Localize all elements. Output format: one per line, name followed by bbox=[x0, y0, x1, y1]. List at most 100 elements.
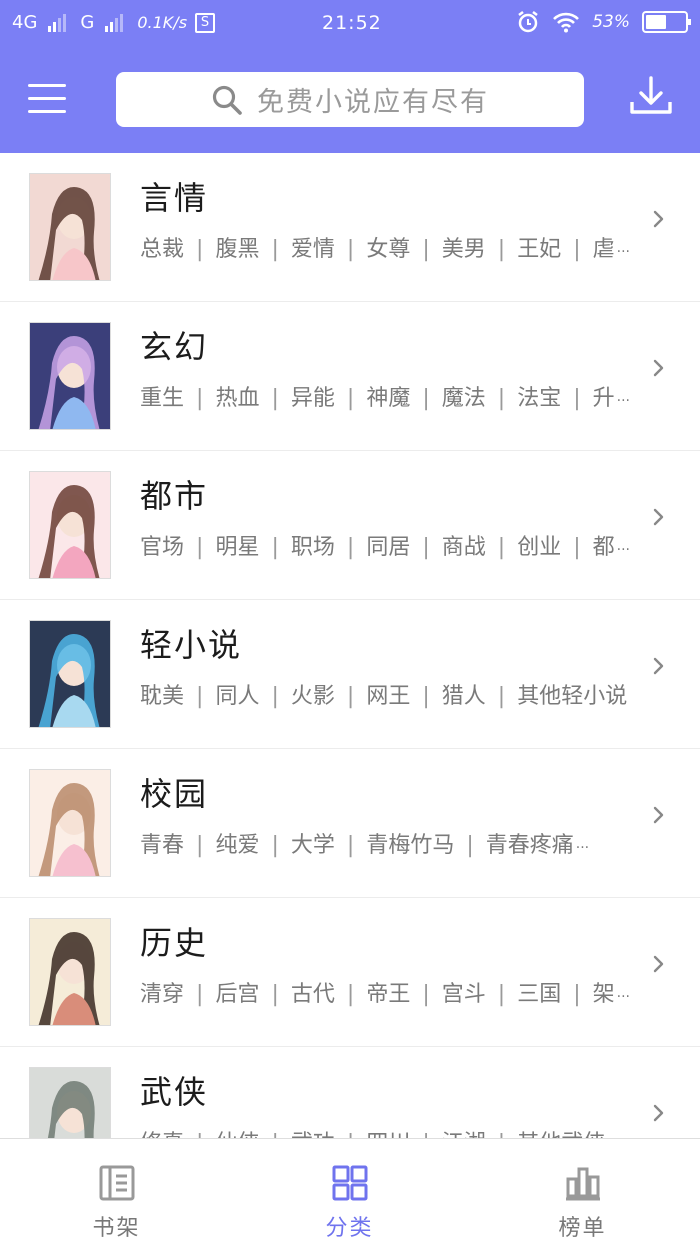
category-tag[interactable]: 都 bbox=[593, 529, 615, 561]
category-tag[interactable]: 青春疼痛 bbox=[486, 827, 574, 859]
search-box[interactable]: 免费小说应有尽有 bbox=[116, 72, 584, 127]
category-list: 言情 总裁 | 腹黑 | 爱情 | 女尊 | 美男 | 王妃 | 虐 ··· 玄幻 重生 | 热血 | 异能 | 神魔 | 魔法… bbox=[0, 153, 700, 1138]
tag-overflow-ellipsis: ··· bbox=[616, 393, 630, 409]
tag-separator: | bbox=[196, 237, 204, 262]
category-item[interactable]: 言情 总裁 | 腹黑 | 爱情 | 女尊 | 美男 | 王妃 | 虐 ··· bbox=[0, 153, 700, 302]
tag-overflow-ellipsis: ··· bbox=[575, 840, 590, 856]
category-grid-icon bbox=[332, 1165, 367, 1201]
category-tag[interactable]: 女尊 bbox=[366, 231, 410, 263]
category-tag[interactable]: 虐 bbox=[593, 231, 615, 263]
category-tag[interactable]: 爱情 bbox=[291, 231, 335, 263]
alarm-icon bbox=[518, 11, 538, 33]
category-tag[interactable]: 江湖 bbox=[442, 1125, 486, 1138]
chevron-right-icon bbox=[653, 955, 664, 973]
category-tag[interactable]: 青梅竹马 bbox=[366, 827, 454, 859]
category-tag[interactable]: 其他轻小说 bbox=[517, 678, 627, 710]
category-tag[interactable]: 热血 bbox=[215, 380, 259, 412]
category-tag[interactable]: 古代 bbox=[291, 976, 335, 1008]
tab-category[interactable]: 分类 bbox=[233, 1139, 466, 1244]
tag-separator: | bbox=[422, 386, 430, 411]
tag-separator: | bbox=[573, 237, 581, 262]
wifi-icon bbox=[553, 12, 580, 33]
category-cover-image bbox=[29, 1067, 111, 1138]
tab-ranking[interactable]: 榜单 bbox=[466, 1139, 699, 1244]
category-tag[interactable]: 四川 bbox=[366, 1125, 410, 1138]
tag-separator: | bbox=[271, 386, 279, 411]
category-tag[interactable]: 魔法 bbox=[442, 380, 486, 412]
category-item[interactable]: 玄幻 重生 | 热血 | 异能 | 神魔 | 魔法 | 法宝 | 升 ··· bbox=[0, 302, 700, 451]
category-tag[interactable]: 商战 bbox=[442, 529, 486, 561]
tag-separator: | bbox=[271, 982, 279, 1007]
category-tag[interactable]: 创业 bbox=[517, 529, 561, 561]
tag-separator: | bbox=[573, 386, 581, 411]
category-cover-image bbox=[29, 620, 111, 728]
network-type-2: G bbox=[80, 12, 95, 33]
download-button[interactable] bbox=[628, 76, 674, 116]
category-tag[interactable]: 猎人 bbox=[442, 678, 486, 710]
tag-separator: | bbox=[497, 237, 506, 262]
category-tag[interactable]: 神魔 bbox=[366, 380, 410, 412]
category-tag[interactable]: 架 bbox=[593, 976, 615, 1008]
category-cover-image bbox=[29, 769, 111, 877]
tag-separator: | bbox=[497, 684, 506, 709]
category-tag[interactable]: 大学 bbox=[291, 827, 335, 859]
category-tag[interactable]: 耽美 bbox=[140, 678, 184, 710]
category-tag[interactable]: 官场 bbox=[140, 529, 184, 561]
category-tags: 修真 | 仙侠 | 武功 | 四川 | 江湖 | 其他武侠 bbox=[140, 1125, 632, 1138]
category-tag[interactable]: 美男 bbox=[442, 231, 486, 263]
category-item[interactable]: 都市 官场 | 明星 | 职场 | 同居 | 商战 | 创业 | 都 ··· bbox=[0, 451, 700, 600]
tag-separator: | bbox=[346, 535, 355, 560]
category-tag[interactable]: 宫斗 bbox=[442, 976, 486, 1008]
category-tag[interactable]: 重生 bbox=[140, 380, 184, 412]
category-tag[interactable]: 修真 bbox=[140, 1125, 184, 1138]
tag-separator: | bbox=[346, 386, 355, 411]
category-item[interactable]: 校园 青春 | 纯爱 | 大学 | 青梅竹马 | 青春疼痛 ··· bbox=[0, 749, 700, 898]
category-tag[interactable]: 网王 bbox=[366, 678, 410, 710]
category-tag[interactable]: 帝王 bbox=[366, 976, 410, 1008]
chevron-right-icon bbox=[653, 210, 664, 228]
category-tag[interactable]: 同人 bbox=[215, 678, 259, 710]
status-bar: 4G G 0.1K/s S 21:52 53% bbox=[0, 0, 700, 46]
category-item[interactable]: 轻小说 耽美 | 同人 | 火影 | 网王 | 猎人 | 其他轻小说 bbox=[0, 600, 700, 749]
category-tag[interactable]: 武功 bbox=[291, 1125, 335, 1138]
category-tag[interactable]: 异能 bbox=[291, 380, 335, 412]
category-tags: 清穿 | 后宫 | 古代 | 帝王 | 宫斗 | 三国 | 架 ··· bbox=[140, 976, 632, 1008]
tag-separator: | bbox=[346, 684, 355, 709]
category-tag[interactable]: 法宝 bbox=[517, 380, 561, 412]
category-item[interactable]: 历史 清穿 | 后宫 | 古代 | 帝王 | 宫斗 | 三国 | 架 ··· bbox=[0, 898, 700, 1047]
signal-icon-2 bbox=[105, 13, 124, 32]
category-tag[interactable]: 清穿 bbox=[140, 976, 184, 1008]
menu-button[interactable] bbox=[28, 82, 68, 116]
chevron-right-icon bbox=[653, 359, 664, 377]
category-tag[interactable]: 火影 bbox=[291, 678, 335, 710]
category-tag[interactable]: 腹黑 bbox=[215, 231, 259, 263]
tab-category-label: 分类 bbox=[325, 1216, 374, 1241]
category-tag[interactable]: 其他武侠 bbox=[517, 1125, 605, 1138]
category-tag[interactable]: 明星 bbox=[215, 529, 259, 561]
tab-bookshelf[interactable]: 书架 bbox=[0, 1139, 233, 1244]
category-tags: 青春 | 纯爱 | 大学 | 青梅竹马 | 青春疼痛 ··· bbox=[140, 827, 632, 859]
tag-separator: | bbox=[422, 1131, 429, 1138]
category-tag[interactable]: 三国 bbox=[517, 976, 561, 1008]
category-tag[interactable]: 职场 bbox=[291, 529, 335, 561]
tag-separator: | bbox=[196, 982, 204, 1007]
clock: 21:52 bbox=[322, 12, 382, 34]
category-tag[interactable]: 后宫 bbox=[215, 976, 259, 1008]
category-tag[interactable]: 王妃 bbox=[517, 231, 561, 263]
network-type-1: 4G bbox=[12, 12, 38, 33]
category-tag[interactable]: 总裁 bbox=[140, 231, 184, 263]
app-header: 4G G 0.1K/s S 21:52 53% 免费小说应有尽有 bbox=[0, 0, 700, 153]
category-tag[interactable]: 仙侠 bbox=[215, 1125, 259, 1138]
chevron-right-icon bbox=[653, 806, 664, 824]
category-tag[interactable]: 纯爱 bbox=[215, 827, 259, 859]
tag-separator: | bbox=[497, 386, 506, 411]
category-title: 轻小说 bbox=[140, 626, 243, 664]
tag-separator: | bbox=[422, 535, 430, 560]
category-tags: 耽美 | 同人 | 火影 | 网王 | 猎人 | 其他轻小说 bbox=[140, 678, 632, 710]
category-tag[interactable]: 升 bbox=[593, 380, 615, 412]
category-item[interactable]: 武侠修真 | 仙侠 | 武功 | 四川 | 江湖 | 其他武侠 bbox=[0, 1047, 700, 1138]
tag-separator: | bbox=[346, 982, 355, 1007]
tag-separator: | bbox=[346, 833, 355, 858]
category-tag[interactable]: 青春 bbox=[140, 827, 184, 859]
category-tag[interactable]: 同居 bbox=[366, 529, 410, 561]
